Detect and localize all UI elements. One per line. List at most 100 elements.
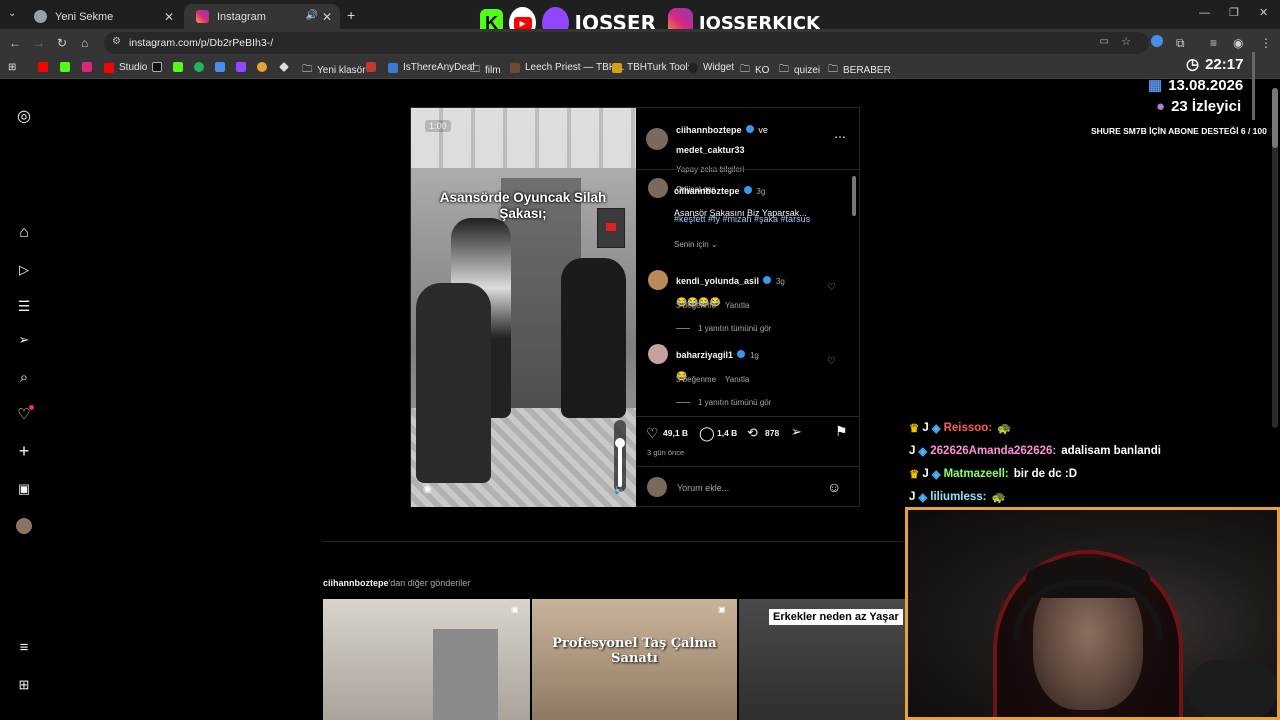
like-count[interactable]: 49,1 B [663,428,688,438]
site-info-icon[interactable]: ⚙ [112,36,121,47]
home-icon[interactable]: ⌂ [14,223,34,243]
comment-likes[interactable]: 3 beğenme [676,375,716,384]
repost-icon[interactable]: ⟲ [747,425,758,441]
tab-new-tab[interactable]: Yeni Sekme ✕ [22,4,182,29]
tagged-users-icon[interactable]: ◉ [423,484,432,495]
more-menu-icon[interactable]: ≡ [14,637,34,657]
bookmark-tool-icon[interactable] [257,62,272,72]
bookmark-ko[interactable]: 🗀 KO [740,62,769,79]
repost-count[interactable]: 878 [765,428,779,438]
thumbnail-post[interactable]: Profesyonel Taş Çalma Sanatı ▣ [532,599,737,720]
install-icon[interactable]: ▭ [1100,36,1109,47]
back-icon[interactable]: ← [9,36,21,50]
reply-button[interactable]: Yanıtla [725,301,749,310]
bookmark-leech-priest[interactable]: Leech Priest — TBH... [510,62,624,73]
extensions-puzzle-icon[interactable]: ⧉ [1176,36,1185,51]
reply-button[interactable]: Yanıtla [725,375,749,384]
extension-icon[interactable] [1151,35,1163,47]
comment-icon[interactable]: ◯ [699,425,715,442]
instagram-logo-icon[interactable]: ◎ [14,106,34,126]
bookmark-isthereanydeal[interactable]: IsThereAnyDeal [388,62,475,73]
bookmark-youtube-icon[interactable] [38,62,53,72]
speaker-icon[interactable]: 🔊 [306,10,318,21]
forward-icon[interactable]: → [33,36,45,50]
comments-scrollbar[interactable] [851,172,857,416]
apps-icon[interactable]: ⊞ [14,675,34,695]
comment-likes[interactable]: 3 beğenme [676,301,716,310]
create-icon[interactable]: + [14,441,34,461]
media-controls-icon[interactable]: ≡ [1210,36,1217,50]
share-icon[interactable]: ➢ [791,424,802,440]
comment-avatar[interactable] [648,270,668,290]
bookmark-twitch-icon[interactable] [236,62,251,72]
webcam-feed [905,507,1280,720]
comment-avatar[interactable] [648,344,668,364]
close-icon[interactable]: ✕ [164,10,174,24]
tab-search-icon[interactable]: ⌄ [8,8,16,19]
coauthor-username[interactable]: medet_caktur33 [676,145,745,155]
bookmark-kick-icon[interactable] [60,62,75,72]
messages-icon[interactable]: ➢ [14,330,34,350]
minimize-button[interactable]: — [1199,7,1210,19]
post-video[interactable]: Asansörde Oyuncak Silah Şakası; 1:00 🔈 ◉ [411,108,636,507]
volume-icon[interactable]: 🔈 [614,484,625,495]
bookmark-label: Yeni klasör [317,65,366,76]
bookmark-beraber[interactable]: 🗀 BERABER [828,62,891,79]
home-icon[interactable]: ⌂ [81,36,88,50]
comment-input[interactable]: Yorum ekle... [677,483,729,493]
like-comment-icon[interactable]: ♡ [827,356,836,367]
author-avatar[interactable] [646,128,668,150]
new-tab-button[interactable]: + [347,7,355,23]
bookmark-tbhturk[interactable]: TBHTurk Tools [612,62,693,73]
hashtags[interactable]: #keşfett #fy #mizah #şaka #tarsus [674,214,810,224]
bookmark-studio[interactable]: Studio [104,62,147,73]
bookmark-kick2-icon[interactable] [173,62,188,72]
like-icon[interactable]: ♡ [646,425,659,442]
bookmark-red-icon[interactable] [366,62,381,72]
explore-icon[interactable]: ☰ [14,296,34,316]
reels-icon[interactable]: ▷ [14,260,34,280]
more-posts-username[interactable]: ciihannboztepe [323,578,389,588]
bookmark-star-icon[interactable]: ☆ [1121,35,1131,48]
thumbnail-post[interactable]: ▣ [323,599,530,720]
close-icon[interactable]: ✕ [322,10,332,24]
like-comment-icon[interactable]: ♡ [827,282,836,293]
save-icon[interactable]: ⚑ [835,423,848,440]
comment-count[interactable]: 1,4 B [717,428,737,438]
emoji-icon[interactable]: ☺ [827,479,841,495]
volume-slider[interactable] [614,420,626,492]
more-options-icon[interactable]: ⋯ [834,130,846,144]
view-replies[interactable]: 1 yanıtın tümünü gör [698,398,771,407]
page-scrollbar[interactable] [1272,88,1278,428]
bookmark-yeni-klasor[interactable]: 🗀 Yeni klasör [302,62,366,79]
thumbnail-post[interactable]: Erkekler neden az Yaşar [739,599,905,720]
menu-icon[interactable]: ⋮ [1260,36,1272,50]
dashboard-icon[interactable]: ▣ [14,479,34,499]
profile-avatar[interactable] [14,516,34,536]
bookmark-quizei[interactable]: 🗀 quizei [779,62,820,79]
bookmark-film[interactable]: 🗀 film [470,62,501,79]
profile-icon[interactable]: ◉ [1233,36,1243,50]
reload-icon[interactable]: ↻ [57,36,67,50]
bookmark-instagram-icon[interactable] [82,62,97,72]
bookmark-widget[interactable]: Widget [688,62,734,73]
comments-list[interactable]: ciihannboztepe 3g Asansör Şakasını Biz Y… [636,170,860,416]
apps-icon[interactable]: ⊞ [8,62,16,73]
bookmark-mail-icon[interactable] [215,62,230,72]
caption-username[interactable]: ciihannboztepe [674,186,740,196]
notifications-icon[interactable]: ♡ [14,404,34,424]
comment-username[interactable]: baharziyagil1 [676,350,733,360]
view-replies[interactable]: 1 yanıtın tümünü gör [698,324,771,333]
window-close-button[interactable]: ✕ [1259,6,1268,19]
tab-instagram[interactable]: Instagram 🔊 ✕ [184,4,340,29]
comment-username[interactable]: kendi_yolunda_asil [676,276,759,286]
author-username[interactable]: ciihannboztepe [676,125,742,135]
for-you-dropdown[interactable]: Senin için ⌄ [674,240,718,249]
maximize-button[interactable]: ❐ [1229,6,1239,19]
bookmark-tiktok-icon[interactable] [152,62,167,72]
bookmark-diamond-icon[interactable] [279,62,294,72]
bookmark-spotify-icon[interactable] [194,62,209,72]
search-icon[interactable]: ⌕ [14,367,34,387]
caption-avatar[interactable] [648,178,668,198]
address-bar[interactable]: ⚙ instagram.com/p/Db2rPeBIh3-/ ▭ ☆ [104,32,1149,54]
